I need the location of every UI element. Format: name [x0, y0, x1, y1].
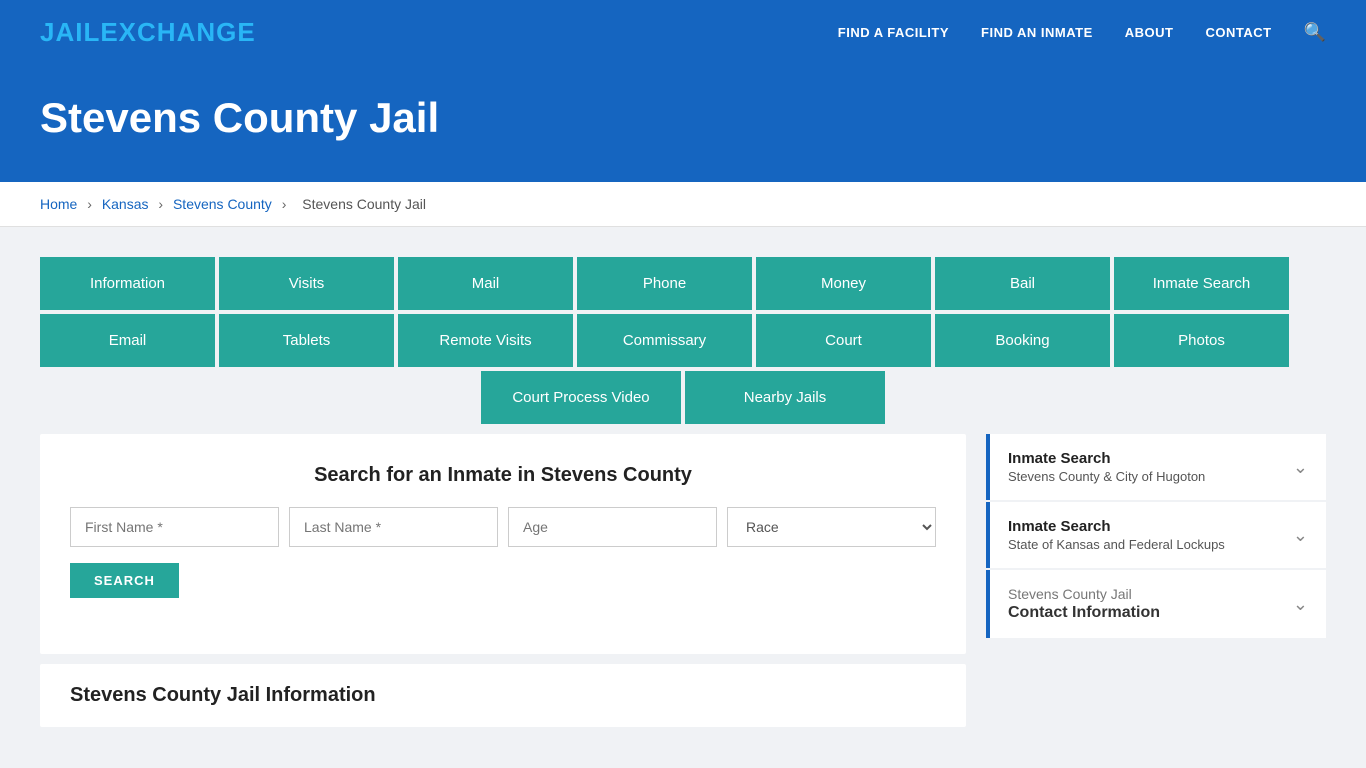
sidebar: Inmate Search Stevens County & City of H…: [986, 434, 1326, 727]
btn-booking[interactable]: Booking: [935, 314, 1110, 367]
race-select[interactable]: Race: [727, 507, 936, 547]
last-name-input[interactable]: [289, 507, 498, 547]
info-title: Stevens County Jail Information: [70, 684, 936, 707]
button-grid-row3: Court Process Video Nearby Jails: [40, 371, 1326, 424]
button-grid-row1: Information Visits Mail Phone Money Bail…: [40, 257, 1326, 310]
btn-nearby-jails[interactable]: Nearby Jails: [685, 371, 885, 424]
main-nav: FIND A FACILITY FIND AN INMATE ABOUT CON…: [838, 22, 1326, 43]
sidebar-item-2-title: Inmate Search: [1008, 518, 1225, 535]
btn-visits[interactable]: Visits: [219, 257, 394, 310]
chevron-down-icon-2: ⌄: [1293, 525, 1308, 546]
btn-mail[interactable]: Mail: [398, 257, 573, 310]
header: JAILEXCHANGE FIND A FACILITY FIND AN INM…: [0, 0, 1366, 64]
nav-find-facility[interactable]: FIND A FACILITY: [838, 25, 949, 40]
btn-tablets[interactable]: Tablets: [219, 314, 394, 367]
main-content: Information Visits Mail Phone Money Bail…: [0, 227, 1366, 757]
age-input[interactable]: [508, 507, 717, 547]
content-area: Search for an Inmate in Stevens County R…: [40, 434, 1326, 727]
logo-part2: EXCHANGE: [100, 17, 255, 47]
first-name-input[interactable]: [70, 507, 279, 547]
breadcrumb-stevens-county[interactable]: Stevens County: [173, 196, 272, 212]
btn-commissary[interactable]: Commissary: [577, 314, 752, 367]
search-button[interactable]: SEARCH: [70, 563, 179, 598]
chevron-down-icon-3: ⌄: [1293, 594, 1308, 615]
search-title: Search for an Inmate in Stevens County: [70, 464, 936, 487]
sidebar-item-1-title: Inmate Search: [1008, 450, 1205, 467]
button-grid-row2: Email Tablets Remote Visits Commissary C…: [40, 314, 1326, 367]
btn-bail[interactable]: Bail: [935, 257, 1110, 310]
nav-contact[interactable]: CONTACT: [1205, 25, 1271, 40]
btn-email[interactable]: Email: [40, 314, 215, 367]
sidebar-item-2-subtitle: State of Kansas and Federal Lockups: [1008, 537, 1225, 552]
search-section: Search for an Inmate in Stevens County R…: [40, 434, 966, 654]
sidebar-item-inmate-search-1[interactable]: Inmate Search Stevens County & City of H…: [986, 434, 1326, 500]
btn-money[interactable]: Money: [756, 257, 931, 310]
btn-photos[interactable]: Photos: [1114, 314, 1289, 367]
breadcrumb-current: Stevens County Jail: [302, 196, 426, 212]
nav-find-inmate[interactable]: FIND AN INMATE: [981, 25, 1093, 40]
nav-about[interactable]: ABOUT: [1125, 25, 1174, 40]
btn-information[interactable]: Information: [40, 257, 215, 310]
logo-part1: JAIL: [40, 17, 100, 47]
breadcrumb-home[interactable]: Home: [40, 196, 77, 212]
hero-section: Stevens County Jail: [0, 64, 1366, 182]
btn-phone[interactable]: Phone: [577, 257, 752, 310]
page-title: Stevens County Jail: [40, 94, 1326, 142]
btn-remote-visits[interactable]: Remote Visits: [398, 314, 573, 367]
chevron-down-icon-1: ⌄: [1293, 457, 1308, 478]
info-section: Stevens County Jail Information: [40, 664, 966, 727]
sidebar-item-contact-info[interactable]: Stevens County Jail Contact Information …: [986, 570, 1326, 638]
btn-court[interactable]: Court: [756, 314, 931, 367]
sidebar-contact-title: Contact Information: [1008, 604, 1160, 622]
sidebar-contact-top: Stevens County Jail: [1008, 586, 1160, 602]
logo[interactable]: JAILEXCHANGE: [40, 17, 256, 48]
btn-inmate-search[interactable]: Inmate Search: [1114, 257, 1289, 310]
btn-court-process-video[interactable]: Court Process Video: [481, 371, 681, 424]
search-fields: Race: [70, 507, 936, 547]
search-icon[interactable]: 🔍: [1304, 22, 1326, 43]
breadcrumb: Home › Kansas › Stevens County › Stevens…: [0, 182, 1366, 227]
sidebar-item-1-subtitle: Stevens County & City of Hugoton: [1008, 469, 1205, 484]
sidebar-item-inmate-search-2[interactable]: Inmate Search State of Kansas and Federa…: [986, 502, 1326, 568]
breadcrumb-kansas[interactable]: Kansas: [102, 196, 149, 212]
